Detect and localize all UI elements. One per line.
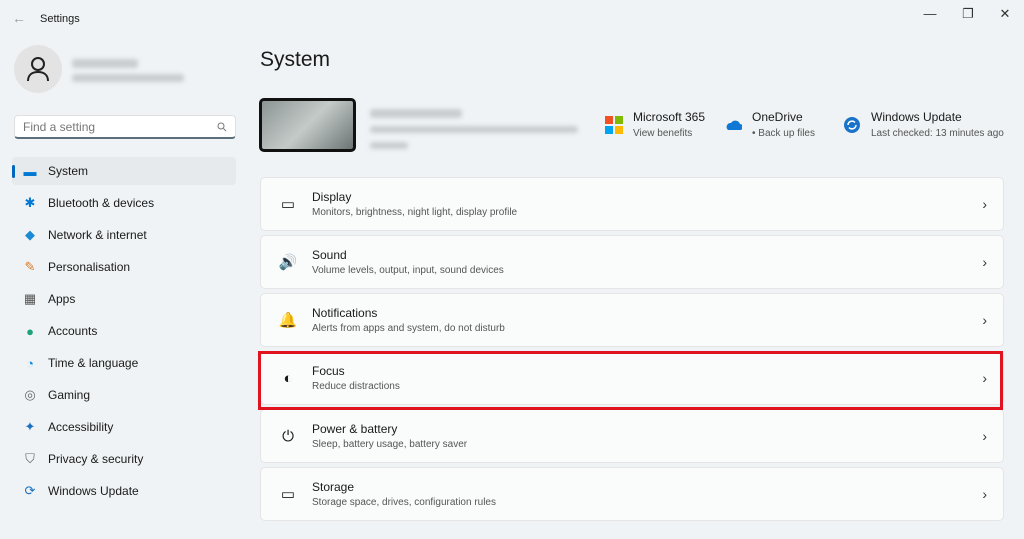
- sidebar-item-network-internet[interactable]: ◆ Network & internet: [12, 221, 236, 249]
- card-description: Alerts from apps and system, do not dist…: [312, 323, 505, 334]
- nav-icon: ⟳: [24, 483, 36, 498]
- sound-icon: 🔊: [278, 254, 298, 271]
- card-description: Storage space, drives, configuration rul…: [312, 497, 496, 508]
- search-placeholder: Find a setting: [23, 119, 96, 134]
- card-sound[interactable]: 🔊 Sound Volume levels, output, input, soun…: [260, 235, 1004, 289]
- sidebar-item-label: System: [48, 164, 89, 178]
- sidebar-item-gaming[interactable]: ◎ Gaming: [12, 381, 236, 409]
- onedrive-icon: [726, 120, 742, 130]
- quick-title: OneDrive: [752, 110, 803, 124]
- focus-icon: ◐: [283, 369, 293, 387]
- nav-icon: ▬: [23, 163, 37, 179]
- sidebar-item-apps[interactable]: ▦ Apps: [12, 285, 236, 313]
- sidebar-item-system[interactable]: ▬ System: [12, 157, 236, 185]
- quick-sub: Last checked: 13 minutes ago: [871, 128, 1004, 139]
- sidebar-item-label: Accounts: [48, 324, 98, 338]
- card-title: Power & battery: [312, 422, 398, 436]
- app-title: Settings: [40, 13, 80, 25]
- sidebar-item-label: Privacy & security: [48, 452, 144, 466]
- sidebar-item-label: Bluetooth & devices: [48, 196, 155, 210]
- card-title: Notifications: [312, 306, 378, 320]
- quick-title: Microsoft 365: [633, 110, 706, 124]
- close-button[interactable]: ✕: [990, 6, 1020, 22]
- card-notifications[interactable]: 🔔 Notifications Alerts from apps and syste…: [260, 293, 1004, 347]
- sidebar-item-label: Accessibility: [48, 420, 114, 434]
- quick-sub: View benefits: [633, 128, 693, 139]
- card-description: Reduce distractions: [312, 381, 400, 392]
- power-battery-icon: ⏻: [282, 427, 294, 445]
- sidebar-item-bluetooth-devices[interactable]: ✱ Bluetooth & devices: [12, 189, 236, 217]
- card-title: Storage: [312, 480, 355, 494]
- card-power-battery[interactable]: ⏻ Power & battery Sleep, battery usage, ba…: [260, 409, 1004, 463]
- card-description: Monitors, brightness, night light, displ…: [312, 207, 518, 218]
- card-focus[interactable]: ◐ Focus Reduce distractions ›: [260, 351, 1004, 405]
- card-description: Volume levels, output, input, sound devi…: [312, 265, 504, 276]
- notifications-icon: 🔔: [278, 312, 298, 329]
- nav-icon: ✦: [24, 419, 36, 434]
- nav-icon: ⛉: [25, 451, 35, 466]
- sidebar-item-label: Time & language: [48, 356, 139, 370]
- sidebar-item-privacy-security[interactable]: ⛉ Privacy & security: [12, 445, 236, 473]
- minimize-button[interactable]: —: [915, 6, 945, 21]
- chevron-right-icon: ›: [982, 370, 987, 386]
- quick-sub: • Back up files: [752, 128, 815, 139]
- card-title: Display: [312, 190, 352, 204]
- card-display[interactable]: ▭ Display Monitors, brightness, night ligh…: [260, 177, 1004, 231]
- nav-icon: ◔: [26, 355, 34, 371]
- user-icon: [27, 57, 49, 82]
- windows-update-icon: [844, 117, 860, 133]
- chevron-right-icon: ›: [982, 312, 987, 328]
- sidebar-item-windows-update[interactable]: ⟳ Windows Update: [12, 477, 236, 505]
- device-specs-redacted: [370, 126, 578, 133]
- nav-icon: ◆: [25, 227, 35, 242]
- microsoft-365-icon: [605, 116, 623, 134]
- storage-icon: ▭: [280, 486, 296, 503]
- sidebar-item-label: Gaming: [48, 388, 91, 402]
- page-title: System: [260, 48, 331, 71]
- device-rename-redacted: [370, 142, 408, 149]
- onedrive-link[interactable]: OneDrive • Back up files: [724, 110, 815, 139]
- windows-update-link[interactable]: Windows Update Last checked: 13 minutes a…: [843, 110, 1004, 139]
- chevron-right-icon: ›: [982, 196, 987, 212]
- chevron-right-icon: ›: [982, 486, 987, 502]
- card-title: Focus: [312, 364, 345, 378]
- search-input[interactable]: Find a setting: [14, 115, 236, 139]
- sidebar-item-label: Windows Update: [48, 484, 139, 498]
- sidebar-item-label: Apps: [48, 292, 76, 306]
- device-name-redacted: [370, 109, 462, 118]
- sidebar-nav: ▬ System ✱ Bluetooth & devices ◆ Network & in…: [12, 157, 236, 509]
- settings-list: ▭ Display Monitors, brightness, night ligh…: [260, 177, 1004, 525]
- card-description: Sleep, battery usage, battery saver: [312, 439, 468, 450]
- nav-icon: ✎: [24, 259, 36, 274]
- title-bar: ← Settings — ❐ ✕: [0, 0, 1024, 38]
- chevron-right-icon: ›: [982, 428, 987, 444]
- restore-button[interactable]: ❐: [953, 6, 983, 22]
- card-storage[interactable]: ▭ Storage Storage space, drives, configura…: [260, 467, 1004, 521]
- card-title: Sound: [312, 248, 347, 262]
- nav-icon: ✱: [24, 195, 36, 210]
- back-button[interactable]: ←: [12, 10, 26, 26]
- quick-title: Windows Update: [871, 110, 962, 124]
- nav-icon: ●: [26, 323, 34, 339]
- account-email-redacted: [72, 74, 184, 82]
- sidebar-item-personalisation[interactable]: ✎ Personalisation: [12, 253, 236, 281]
- display-icon: ▭: [280, 196, 296, 213]
- nav-icon: ▦: [23, 291, 37, 306]
- sidebar-item-label: Personalisation: [48, 260, 131, 274]
- sidebar-item-accounts[interactable]: ● Accounts: [12, 317, 236, 345]
- sidebar-item-label: Network & internet: [48, 228, 147, 242]
- nav-icon: ◎: [24, 387, 36, 402]
- account-name-redacted: [72, 59, 138, 68]
- avatar[interactable]: [14, 45, 62, 93]
- search-icon: [217, 122, 227, 131]
- microsoft-365-link[interactable]: Microsoft 365 View benefits: [605, 110, 705, 139]
- sidebar-item-time-language[interactable]: ◔ Time & language: [12, 349, 236, 377]
- chevron-right-icon: ›: [982, 254, 987, 270]
- device-wallpaper-thumbnail: [259, 98, 356, 152]
- sidebar-item-accessibility[interactable]: ✦ Accessibility: [12, 413, 236, 441]
